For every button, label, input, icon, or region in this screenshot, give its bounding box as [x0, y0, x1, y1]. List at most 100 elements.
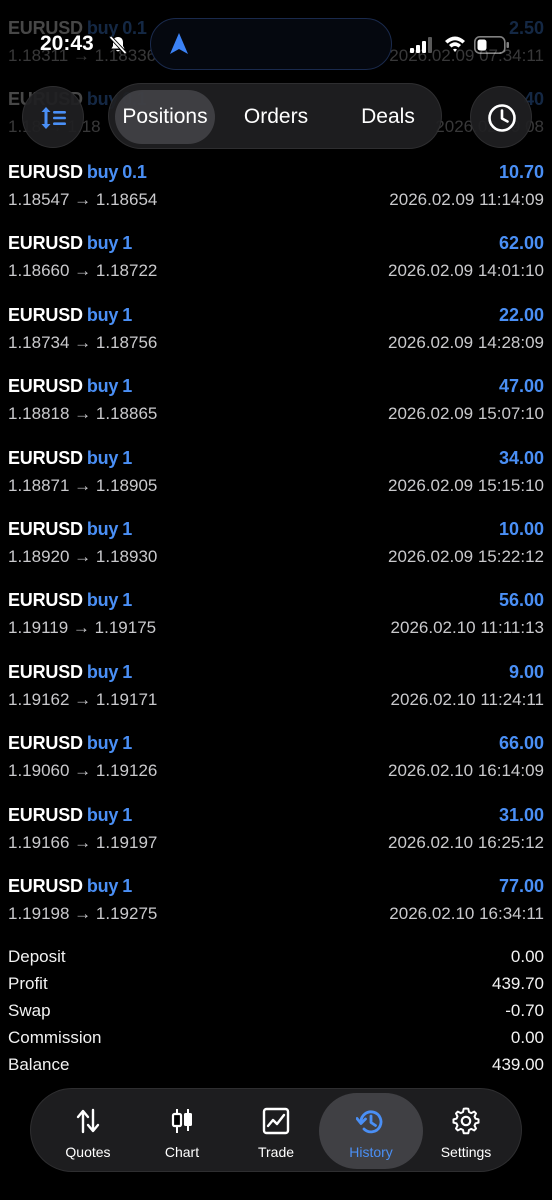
trade-side: buy: [86, 733, 119, 753]
close-price: 1.18865: [95, 404, 158, 423]
trade-time: 2026.02.10 16:25:12: [388, 833, 544, 852]
summary-label: Deposit: [8, 947, 66, 966]
tab-deals[interactable]: Deals: [341, 90, 435, 144]
trade-profit: 62.00: [498, 233, 544, 253]
wifi-icon: [445, 36, 465, 52]
trade-volume: 1: [122, 590, 133, 610]
candlestick-icon: [171, 1109, 192, 1133]
trade-row[interactable]: EURUSD buy 1 66.00 1.19060 → 1.19126 2026.02.…: [0, 733, 552, 805]
arrow-right-icon: →: [69, 547, 96, 566]
tab-orders[interactable]: Orders: [229, 90, 323, 144]
trade-symbol: EURUSD: [8, 662, 83, 682]
trade-profit: 77.00: [498, 876, 544, 896]
nav-quotes[interactable]: Quotes: [43, 1093, 133, 1169]
trade-row[interactable]: EURUSD buy 1 10.00 1.18920 → 1.18930 2026.02.…: [0, 519, 552, 591]
trade-time: 2026.02.10 11:24:11: [390, 690, 544, 709]
trade-side: buy: [86, 233, 119, 253]
trade-time: 2026.02.09 15:15:10: [388, 476, 544, 495]
summary-label: Swap: [8, 1001, 51, 1020]
trade-time: 2026.02.10 11:11:13: [390, 618, 544, 637]
trade-symbol: EURUSD: [8, 876, 83, 896]
close-price: 1.19175: [94, 618, 157, 637]
nav-chart[interactable]: Chart: [137, 1093, 227, 1169]
trade-symbol-line: EURUSDbuy0.1: [8, 162, 147, 188]
trade-profit: 56.00: [498, 590, 544, 610]
summary-value: 439.70: [492, 974, 544, 993]
nav-settings[interactable]: Settings: [421, 1093, 511, 1169]
trade-row[interactable]: EURUSD buy 1 62.00 1.18660 → 1.18722 2026.02.…: [0, 233, 552, 305]
nav-trade[interactable]: Trade: [231, 1093, 321, 1169]
trade-symbol-line: EURUSD buy 1: [8, 448, 132, 474]
trade-side: buy: [86, 805, 119, 825]
close-price: 1.18930: [95, 547, 158, 566]
nav-chart-label: Chart: [164, 1144, 200, 1160]
close-price: 1.18905: [95, 476, 158, 495]
arrow-right-icon: →: [69, 476, 96, 495]
trade-prices: 1.18871 → 1.18905: [8, 476, 157, 500]
trade-symbol: EURUSD: [8, 305, 83, 325]
trade-symbol-line: EURUSD buy 1: [8, 662, 132, 688]
bottom-nav: Quotes Chart Trade History Settings: [30, 1088, 522, 1172]
open-price: 1.18871: [8, 476, 70, 495]
trade-volume: 1: [122, 876, 133, 896]
trade-time: 2026.02.09 15:22:12: [388, 547, 544, 566]
summary-label: Profit: [8, 974, 48, 993]
trade-prices: 1.19060 → 1.19126: [8, 761, 157, 785]
summary-row: Profit 439.70: [0, 972, 552, 999]
trade-row[interactable]: EURUSD buy 1 22.00 1.18734 → 1.18756 2026.02.…: [0, 305, 552, 377]
history-summary: Deposit 0.00 Profit 439.70 Swap -0.70 Commissi…: [0, 945, 552, 1080]
summary-row: Swap -0.70: [0, 999, 552, 1026]
trade-row[interactable]: EURUSD buy 1 9.00 1.19162 → 1.19171 2026.02.1…: [0, 662, 552, 734]
close-price: 1.19126: [95, 761, 158, 780]
period-button[interactable]: [470, 86, 532, 148]
segmented-tab-bar: Positions Orders Deals: [108, 83, 442, 149]
close-price: 1.19171: [95, 690, 158, 709]
trade-volume: 1: [122, 448, 133, 468]
trade-volume: 1: [122, 519, 133, 539]
trade-side: buy: [86, 376, 119, 396]
open-price: 1.19060: [8, 761, 70, 780]
trade-time: 2026.02.09 14:01:10: [388, 261, 544, 280]
summary-row: Balance 439.00: [0, 1053, 552, 1080]
cellular-signal-icon: [410, 37, 432, 53]
trade-profit: 31.00: [498, 805, 544, 825]
summary-value: 0.00: [510, 947, 544, 966]
trade-row[interactable]: EURUSD buy 1 34.00 1.18871 → 1.18905 2026.02.…: [0, 448, 552, 520]
trade-profit: 10.00: [498, 519, 544, 539]
trade-profit: 34.00: [498, 448, 544, 468]
trade-side: buy: [86, 162, 119, 182]
trade-symbol-line: EURUSD buy 1: [8, 519, 132, 545]
sort-button[interactable]: [22, 86, 84, 148]
trade-prices: 1.18734 → 1.18756: [8, 333, 157, 357]
close-price: 1.19275: [95, 904, 158, 923]
summary-row: Deposit 0.00: [0, 945, 552, 972]
trade-chart-icon: [262, 1107, 290, 1135]
trade-symbol: EURUSD: [8, 519, 83, 539]
history-icon: [356, 1110, 383, 1134]
trade-symbol-line: EURUSD buy 1: [8, 305, 132, 331]
trade-prices: 1.19162 → 1.19171: [8, 690, 157, 714]
close-price: 1.18756: [95, 333, 158, 352]
trade-profit: 10.70: [498, 162, 544, 182]
arrow-right-icon: →: [69, 833, 96, 852]
trade-row[interactable]: EURUSD buy 0.1 10.70 1.18547 → 1.18654 2026.0…: [0, 162, 552, 234]
summary-value: -0.70: [505, 1001, 544, 1020]
open-price: 1.19119: [8, 618, 69, 637]
tab-positions[interactable]: Positions: [115, 90, 215, 144]
arrow-right-icon: →: [69, 404, 96, 423]
trade-prices: 1.18818 → 1.18865: [8, 404, 157, 428]
open-price: 1.18547: [8, 190, 70, 209]
trade-profit: 47.00: [498, 376, 544, 396]
trade-row[interactable]: EURUSD buy 1 47.00 1.18818 → 1.18865 2026.02.…: [0, 376, 552, 448]
trade-prices: 1.18547 → 1.18654: [8, 190, 157, 214]
trade-time: 2026.02.09 11:14:09: [389, 190, 544, 209]
trade-row[interactable]: EURUSD buy 1 77.00 1.19198 → 1.19275 2026.02.…: [0, 876, 552, 948]
open-price: 1.19162: [8, 690, 70, 709]
nav-history[interactable]: History: [319, 1093, 423, 1169]
trade-row[interactable]: EURUSD buy 1 31.00 1.19166 → 1.19197 2026.02.…: [0, 805, 552, 877]
trade-prices: 1.19166 → 1.19197: [8, 833, 157, 857]
trade-symbol: EURUSD: [8, 805, 83, 825]
close-price: 1.19197: [95, 833, 158, 852]
trade-row[interactable]: EURUSD buy 1 56.00 1.19119 → 1.19175 2026.02.…: [0, 590, 552, 662]
arrow-right-icon: →: [69, 904, 96, 923]
